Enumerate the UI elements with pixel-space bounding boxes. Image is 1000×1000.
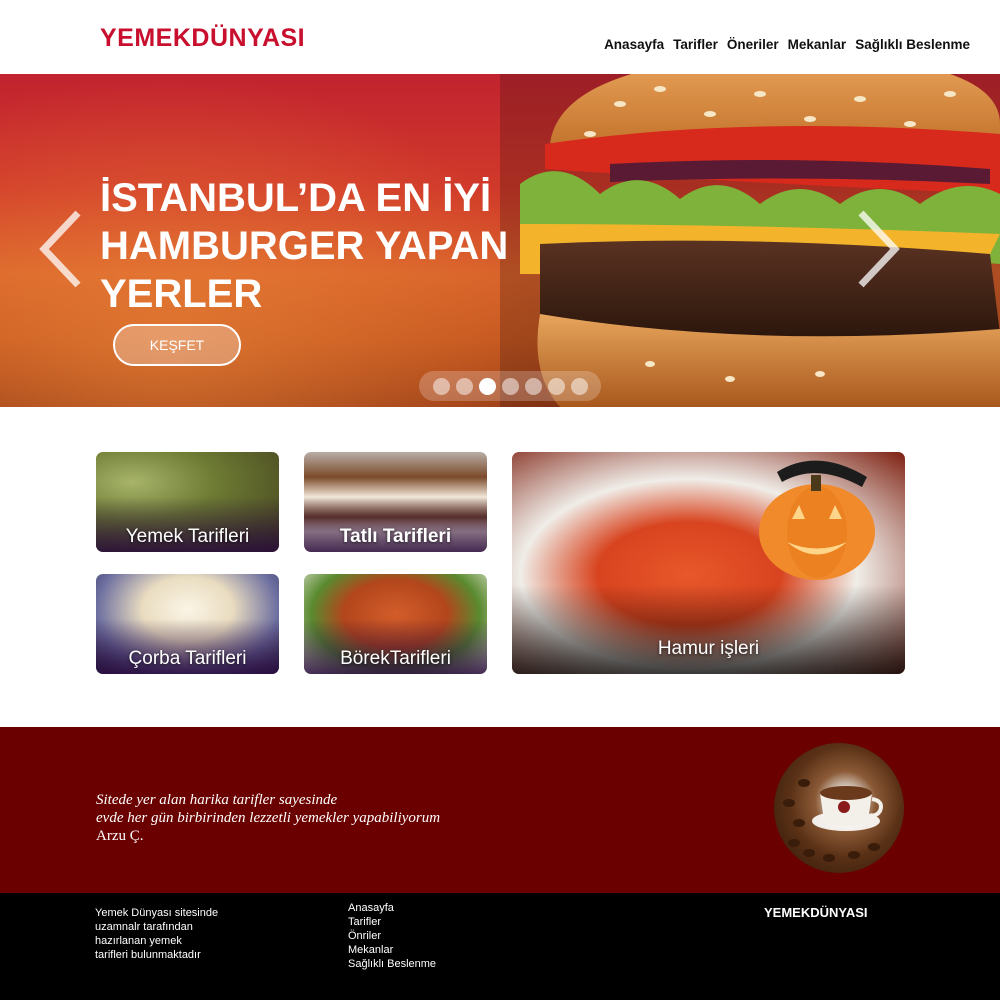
footer-about: Yemek Dünyası sitesinde uzamnalr tarafın… <box>95 906 245 962</box>
card-overlay <box>512 585 905 674</box>
footer-link-tarifler[interactable]: Tarifler <box>348 915 436 929</box>
hero-title-line: YERLER <box>100 272 263 316</box>
footer-about-line: hazırlanan yemek <box>95 935 182 947</box>
slider-dot[interactable] <box>501 377 519 395</box>
slider-dot-active[interactable] <box>478 377 496 395</box>
category-label: Yemek Tarifleri <box>125 526 250 547</box>
hero-title: İSTANBUL’DA EN İYİ HAMBURGER YAPAN YERLE… <box>100 174 520 318</box>
coffee-image <box>774 743 904 873</box>
hero-slider: İSTANBUL’DA EN İYİ HAMBURGER YAPAN YERLE… <box>0 74 1000 407</box>
category-card-tatli[interactable]: Tatlı Tarifleri <box>304 452 487 552</box>
testimonial-section: Sitede yer alan harika tarifler sayesind… <box>0 727 1000 893</box>
category-label: Hamur işleri <box>657 638 760 659</box>
category-card-hamur[interactable]: Hamur işleri <box>512 452 905 674</box>
slider-dot[interactable] <box>524 377 542 395</box>
footer-link-oneriler[interactable]: Önriler <box>348 929 436 943</box>
slider-pagination <box>419 371 601 401</box>
site-footer: Yemek Dünyası sitesinde uzamnalr tarafın… <box>0 893 1000 1000</box>
category-label: Çorba Tarifleri <box>128 648 247 669</box>
slider-dot[interactable] <box>455 377 473 395</box>
footer-links: Anasayfa Tarifler Önriler Mekanlar Sağlı… <box>348 901 436 971</box>
footer-link-mekanlar[interactable]: Mekanlar <box>348 943 436 957</box>
category-card-corba[interactable]: Çorba Tarifleri <box>96 574 279 674</box>
slider-dot[interactable] <box>432 377 450 395</box>
nav-item-oneriler[interactable]: Öneriler <box>727 37 779 52</box>
footer-link-anasayfa[interactable]: Anasayfa <box>348 901 436 915</box>
main-nav: Anasayfa Tarifler Öneriler Mekanlar Sağl… <box>604 37 970 52</box>
category-label: BörekTarifleri <box>340 648 451 669</box>
site-logo[interactable]: YEMEKDÜNYASI <box>100 24 305 53</box>
footer-about-line: uzamnalr tarafından <box>95 921 193 933</box>
footer-about-line: tarifleri bulunmaktadır <box>95 949 201 961</box>
chevron-left-icon[interactable] <box>36 209 86 289</box>
pumpkin-image <box>759 460 875 580</box>
slider-dot[interactable] <box>547 377 565 395</box>
nav-item-saglikli-beslenme[interactable]: Sağlıklı Beslenme <box>855 37 970 52</box>
chevron-right-icon[interactable] <box>853 209 903 289</box>
hero-title-line: HAMBURGER YAPAN <box>100 224 509 268</box>
category-card-borek[interactable]: BörekTarifleri <box>304 574 487 674</box>
footer-logo[interactable]: YEMEKDÜNYASI <box>764 905 868 920</box>
testimonial-author: Arzu Ç. <box>96 828 144 844</box>
hamburger-image <box>500 74 1000 407</box>
nav-item-mekanlar[interactable]: Mekanlar <box>788 37 847 52</box>
footer-about-line: Yemek Dünyası sitesinde <box>95 907 219 919</box>
category-card-yemek[interactable]: Yemek Tarifleri <box>96 452 279 552</box>
testimonial-quote: Sitede yer alan harika tarifler sayesind… <box>96 791 440 827</box>
slider-dot[interactable] <box>570 377 588 395</box>
coffee-cup-icon <box>783 779 883 862</box>
hero-title-line: İSTANBUL’DA EN İYİ <box>100 176 492 220</box>
quote-line: evde her gün birbirinden lezzetli yemekl… <box>96 810 441 826</box>
kesfet-button[interactable]: KEŞFET <box>113 324 241 366</box>
nav-item-anasayfa[interactable]: Anasayfa <box>604 37 664 52</box>
site-header: YEMEKDÜNYASI Anasayfa Tarifler Öneriler … <box>0 0 1000 74</box>
category-label: Tatlı Tarifleri <box>339 526 452 547</box>
nav-item-tarifler[interactable]: Tarifler <box>673 37 718 52</box>
footer-link-saglikli-beslenme[interactable]: Sağlıklı Beslenme <box>348 957 436 971</box>
quote-line: Sitede yer alan harika tarifler sayesind… <box>96 792 338 808</box>
